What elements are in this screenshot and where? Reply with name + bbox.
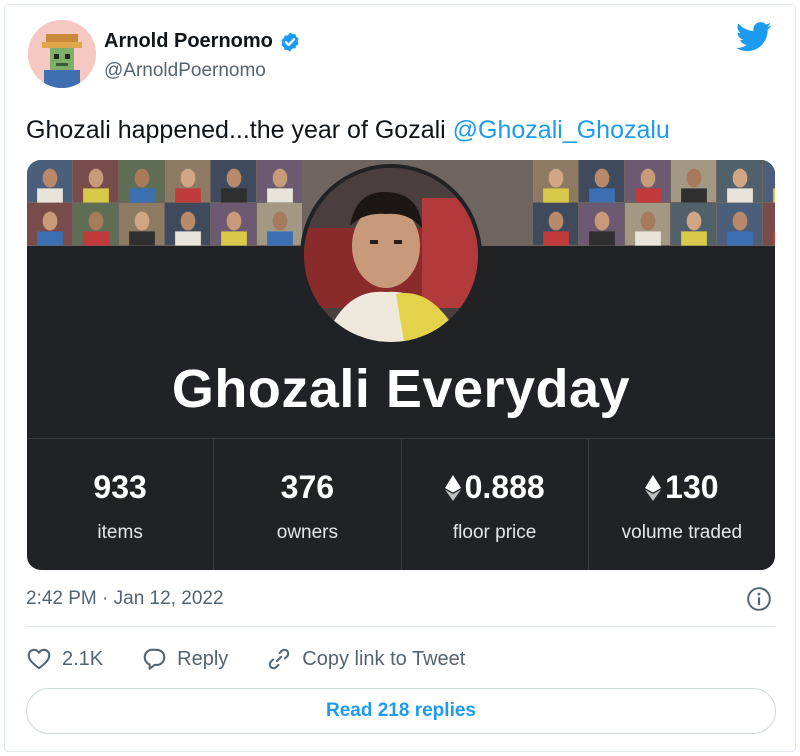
collage-face xyxy=(686,168,702,188)
reply-label: Reply xyxy=(177,647,229,670)
collage-face xyxy=(180,211,196,231)
collage-face xyxy=(548,168,564,188)
collage-shirt xyxy=(773,231,775,246)
collage-shirt xyxy=(589,188,615,203)
collage-face xyxy=(42,168,58,188)
tweet-timestamp[interactable]: 2:42 PM · Jan 12, 2022 xyxy=(26,588,224,610)
like-button[interactable]: 2.1K xyxy=(26,646,103,672)
reply-button[interactable]: Reply xyxy=(141,646,228,672)
collage-face xyxy=(272,168,288,188)
heart-icon xyxy=(27,648,51,670)
collage-face xyxy=(686,211,702,231)
tweet-text: Ghozali happened...the year of Gozali @G… xyxy=(26,114,670,146)
collage-shirt xyxy=(543,231,569,246)
collage-face xyxy=(732,168,748,188)
collage-shirt xyxy=(37,188,63,203)
mention-link[interactable]: @Ghozali_Ghozalu xyxy=(453,116,670,144)
collage-shirt xyxy=(175,231,201,246)
collage-shirt xyxy=(267,231,293,246)
stats-row: 933 items 376 owners 0.888 floor price 1… xyxy=(27,438,775,570)
read-replies-button[interactable]: Read 218 replies xyxy=(26,688,776,734)
link-icon xyxy=(269,648,290,670)
collage-shirt xyxy=(129,231,155,246)
tweet-body: Ghozali happened...the year of Gozali xyxy=(26,116,453,144)
collage-shirt xyxy=(635,231,661,246)
collection-profile-image xyxy=(300,164,482,346)
stat-label: items xyxy=(97,522,143,543)
collage-shirt xyxy=(37,231,63,246)
nft-collection-card[interactable]: Ghozali Everyday 933 items 376 owners 0.… xyxy=(27,160,775,570)
collage-shirt xyxy=(221,231,247,246)
stat-items: 933 items xyxy=(27,439,215,570)
collage-face xyxy=(134,211,150,231)
collage-face xyxy=(134,168,150,188)
verified-badge-icon xyxy=(281,31,299,52)
collage-shirt xyxy=(727,188,753,203)
stat-number: 376 xyxy=(280,469,335,505)
portrait-image xyxy=(304,168,478,342)
collage-shirt xyxy=(175,188,201,203)
stat-floor-price: 0.888 floor price xyxy=(402,439,589,570)
ethereum-icon xyxy=(645,474,662,501)
collage-shirt xyxy=(83,231,109,246)
collage-shirt xyxy=(589,231,615,246)
stat-label: volume traded xyxy=(621,522,743,543)
collage-face xyxy=(548,211,564,231)
info-icon[interactable] xyxy=(746,586,772,612)
author-handle[interactable]: @ArnoldPoernomo xyxy=(104,60,266,82)
stat-number: 933 xyxy=(93,469,147,505)
collage-face xyxy=(226,168,242,188)
author-avatar[interactable] xyxy=(28,20,96,88)
collage-face xyxy=(640,211,656,231)
collage-face xyxy=(732,211,748,231)
pixel-avatar-image xyxy=(28,20,96,88)
divider xyxy=(26,626,776,627)
stat-value: 130 xyxy=(589,469,775,506)
collage-shirt xyxy=(681,231,707,246)
copy-link-label: Copy link to Tweet xyxy=(302,647,466,670)
collage-face xyxy=(640,168,656,188)
collage-shirt xyxy=(83,188,109,203)
collage-shirt xyxy=(681,188,707,203)
stat-number: 130 xyxy=(665,469,719,505)
collage-shirt xyxy=(773,188,775,203)
stat-label: floor price xyxy=(452,522,537,543)
author-name-row[interactable]: Arnold Poernomo xyxy=(104,30,301,53)
like-count: 2.1K xyxy=(62,647,104,670)
collage-face xyxy=(180,168,196,188)
reply-bubble-icon xyxy=(143,648,166,670)
stat-owners: 376 owners xyxy=(214,439,402,570)
collage-shirt xyxy=(727,231,753,246)
collage-face xyxy=(42,211,58,231)
collection-name: Ghozali Everyday xyxy=(171,359,631,419)
twitter-bird-icon[interactable] xyxy=(736,22,772,52)
collage-shirt xyxy=(635,188,661,203)
stat-label: owners xyxy=(276,522,338,543)
collage-face xyxy=(594,211,610,231)
stat-number: 0.888 xyxy=(464,469,545,505)
ethereum-icon xyxy=(444,474,461,501)
stat-value: 933 xyxy=(27,469,213,506)
collage-face xyxy=(88,168,104,188)
author-name[interactable]: Arnold Poernomo xyxy=(104,30,273,53)
copy-link-button[interactable]: Copy link to Tweet xyxy=(266,646,465,672)
collage-shirt xyxy=(129,188,155,203)
collage-shirt xyxy=(267,188,293,203)
stat-value: 376 xyxy=(214,469,400,506)
stat-volume-traded: 130 volume traded xyxy=(589,439,775,570)
collage-face xyxy=(226,211,242,231)
collage-face xyxy=(88,211,104,231)
stat-value: 0.888 xyxy=(402,469,588,506)
collage-face xyxy=(272,211,288,231)
tweet-actions: 2.1K Reply Copy link to Tweet xyxy=(26,642,503,676)
collage-shirt xyxy=(543,188,569,203)
collage-shirt xyxy=(221,188,247,203)
collage-face xyxy=(594,168,610,188)
